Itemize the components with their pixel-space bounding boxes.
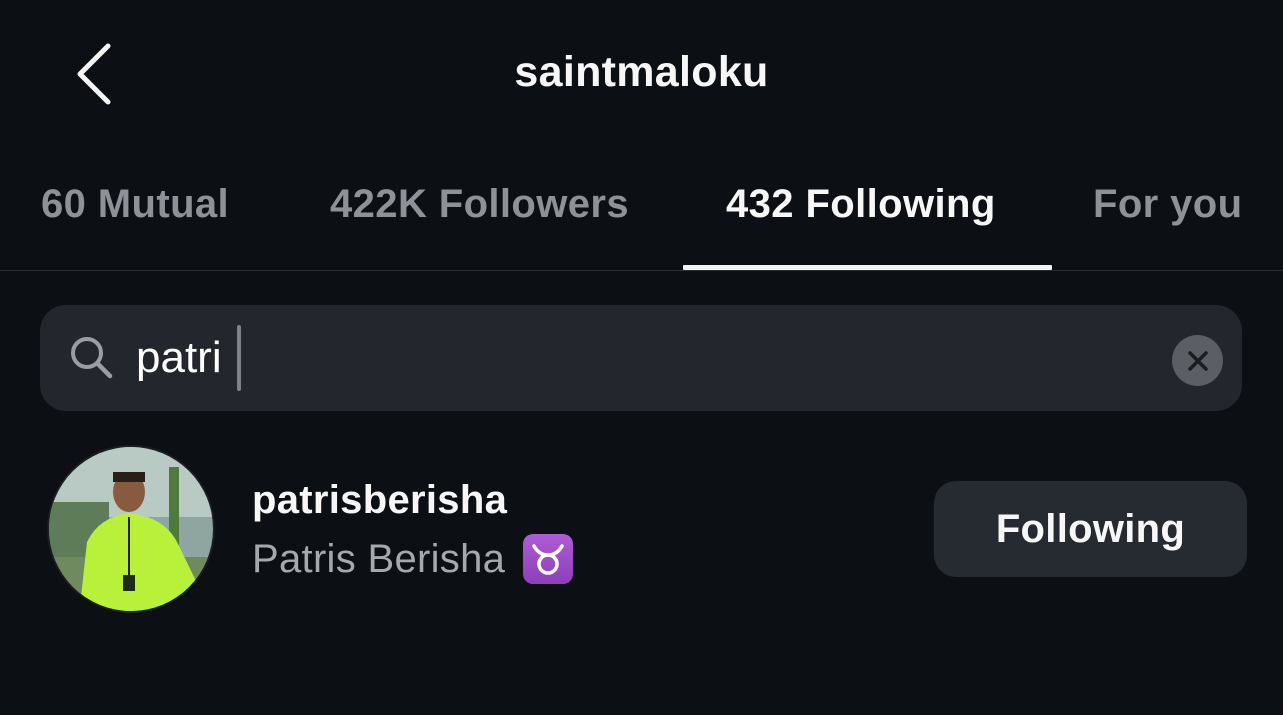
avatar[interactable] — [47, 445, 215, 613]
tab-for-you[interactable]: For you — [1093, 182, 1242, 227]
page-title: saintmaloku — [514, 48, 769, 96]
search-icon — [71, 337, 113, 379]
tab-mutual[interactable]: 60 Mutual — [41, 182, 229, 227]
tab-bar: 60 Mutual 422K Followers 432 Following F… — [0, 150, 1283, 271]
following-button[interactable]: Following — [934, 481, 1247, 577]
result-full-name: Patris Berisha — [252, 534, 574, 584]
result-username[interactable]: patrisberisha — [252, 478, 507, 523]
search-input[interactable] — [136, 328, 1036, 388]
clear-search-button[interactable] — [1172, 335, 1223, 386]
active-tab-indicator — [683, 265, 1052, 270]
tab-following[interactable]: 432 Following — [726, 182, 996, 227]
text-cursor — [237, 325, 241, 391]
result-full-name-text: Patris Berisha — [252, 536, 506, 581]
tab-followers[interactable]: 422K Followers — [330, 182, 629, 227]
close-icon — [1187, 350, 1208, 371]
header-bar: saintmaloku — [0, 0, 1283, 150]
taurus-icon — [523, 534, 574, 584]
